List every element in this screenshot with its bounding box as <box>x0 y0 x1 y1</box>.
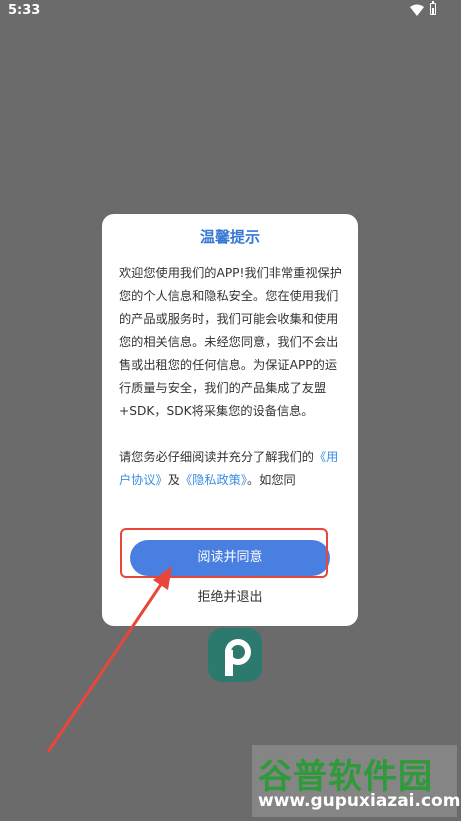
agreement-suffix: 。如您同 <box>246 473 296 487</box>
battery-icon <box>430 1 436 15</box>
and-text: 及 <box>167 473 180 487</box>
dialog-body[interactable]: 欢迎您使用我们的APP!我们非常重视保护您的个人信息和隐私安全。您在使用我们的产… <box>119 262 343 512</box>
dialog-title: 温馨提示 <box>199 228 260 246</box>
exit-button[interactable]: 拒绝并退出 <box>102 586 358 605</box>
watermark: 谷普软件园 www.gupuxiazai.com <box>252 745 461 817</box>
status-time: 5:33 <box>8 3 41 18</box>
privacy-notice-text: 欢迎您使用我们的APP!我们非常重视保护您的个人信息和隐私安全。您在使用我们的产… <box>119 266 342 418</box>
annotation-highlight-box <box>120 528 328 578</box>
wifi-icon <box>410 4 424 16</box>
agreement-prefix: 请您务必仔细阅读并充分了解我们的 <box>119 450 314 464</box>
agreement-paragraph: 请您务必仔细阅读并充分了解我们的《用户协议》及《隐私政策》。如您同 <box>119 446 343 492</box>
app-logo-icon <box>208 628 262 682</box>
watermark-url: www.gupuxiazai.com <box>258 791 461 811</box>
status-bar: 5:33 <box>0 0 461 24</box>
privacy-policy-link[interactable]: 《隐私政策》 <box>180 473 247 487</box>
